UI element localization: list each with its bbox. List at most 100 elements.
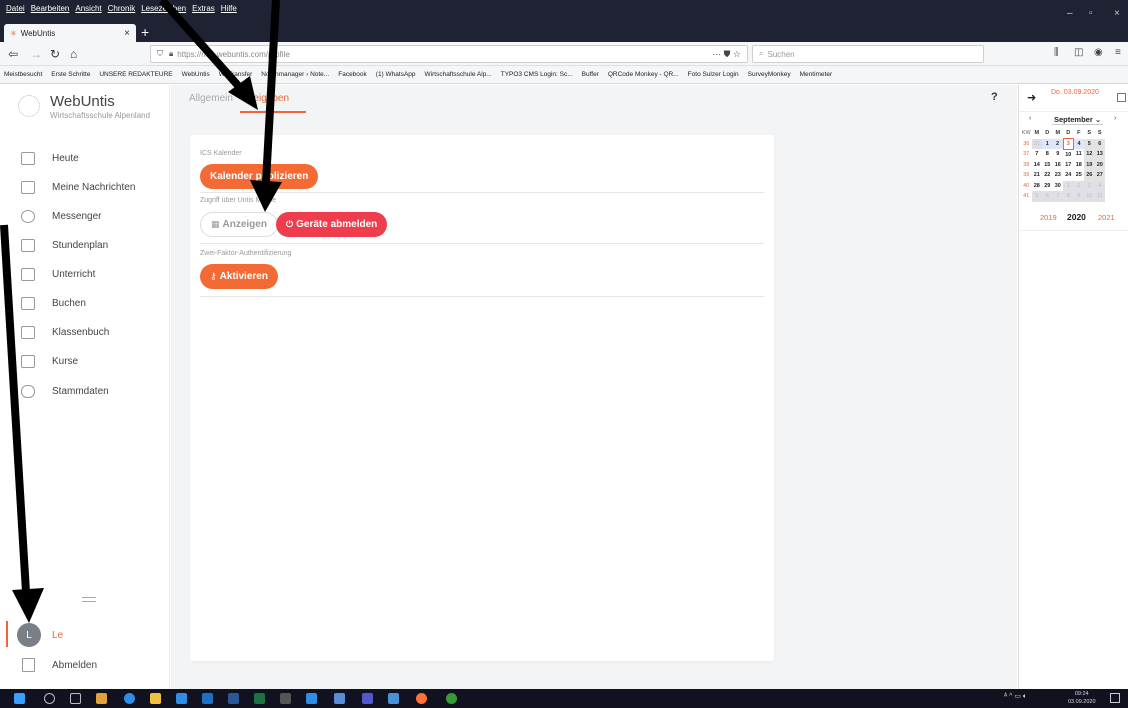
calendar-day[interactable]: 8 [1063, 191, 1074, 202]
calendar-day[interactable]: 16 [1053, 160, 1064, 171]
minimize-icon[interactable]: – [1067, 8, 1073, 19]
calendar-day[interactable]: 7 [1052, 191, 1063, 202]
edge-icon[interactable] [124, 693, 135, 704]
calendar-day[interactable]: 3 [1084, 180, 1095, 191]
next-year[interactable]: 2021 [1098, 213, 1115, 222]
next-month-icon[interactable]: › [1114, 115, 1116, 122]
logout-devices-button[interactable]: ⏻ Geräte abmelden [276, 212, 388, 237]
calendar-day[interactable]: 15 [1042, 160, 1053, 171]
calendar-day[interactable]: 28 [1032, 181, 1043, 192]
excel-icon[interactable] [254, 693, 265, 704]
show-access-button[interactable]: ▦ Anzeigen [200, 212, 278, 237]
browser-tab[interactable]: ✳ WebUntis × [4, 24, 136, 42]
week-number[interactable]: 39 [1021, 170, 1032, 181]
month-select[interactable]: September ⌄ [1052, 115, 1104, 125]
calendar-day[interactable]: 20 [1094, 159, 1105, 170]
current-year[interactable]: 2020 [1067, 212, 1086, 222]
bookmark-item[interactable]: WeTransfer [219, 71, 253, 78]
close-window-icon[interactable]: × [1114, 8, 1120, 19]
app-icon[interactable] [446, 693, 457, 704]
calendar-day[interactable]: 2 [1073, 180, 1084, 191]
sidebar-item-stundenplan[interactable]: Stundenplan [0, 234, 170, 258]
calendar-day[interactable]: 9 [1053, 149, 1064, 160]
calendar-icon[interactable] [1117, 93, 1126, 102]
calendar-day[interactable]: 10 [1084, 191, 1095, 202]
collapse-panel-icon[interactable]: ➜ [1027, 91, 1036, 104]
help-icon[interactable]: ? [991, 91, 998, 103]
logout-link[interactable]: Abmelden [52, 660, 97, 671]
sidebar-item-nachrichten[interactable]: Meine Nachrichten [0, 176, 170, 200]
prev-year[interactable]: 2019 [1040, 213, 1057, 222]
bookmark-item[interactable]: WebUntis [182, 71, 210, 78]
reload-icon[interactable]: ↻ [50, 46, 60, 62]
menu-help[interactable]: Hilfe [221, 4, 237, 18]
bookmark-item[interactable]: Facebook [338, 71, 367, 78]
teams-icon[interactable] [362, 693, 373, 704]
menu-bookmarks[interactable]: Lesezeichen [141, 4, 186, 18]
start-icon[interactable] [14, 693, 25, 704]
bookmark-item[interactable]: Mentimeter [800, 71, 833, 78]
library-icon[interactable]: ⫼ [1054, 47, 1059, 58]
calendar-day[interactable]: 11 [1074, 149, 1085, 160]
week-number[interactable]: 41 [1021, 191, 1032, 202]
calendar-day[interactable]: 29 [1042, 181, 1053, 192]
week-number[interactable]: 40 [1021, 181, 1032, 192]
calendar-day[interactable]: 23 [1053, 170, 1064, 181]
calendar-day[interactable]: 1 [1063, 180, 1074, 191]
menu-tools[interactable]: Extras [192, 4, 215, 18]
menu-file[interactable]: Datei [6, 4, 25, 18]
sidebar-collapse-icon[interactable] [82, 597, 96, 602]
calendar-day[interactable]: 26 [1084, 170, 1095, 181]
user-name[interactable]: Le [52, 630, 63, 641]
word-icon[interactable] [228, 693, 239, 704]
calendar-day[interactable]: 4 [1094, 180, 1105, 191]
week-number[interactable]: 36 [1021, 139, 1032, 150]
week-number[interactable]: 37 [1021, 149, 1032, 160]
url-bar[interactable]: ⛉ 🔒︎ https://neo.webuntis.com/profile ··… [150, 45, 748, 63]
store-icon[interactable] [96, 693, 107, 704]
calendar-day[interactable]: 1 [1042, 138, 1053, 149]
menu-view[interactable]: Ansicht [75, 4, 101, 18]
calculator-icon[interactable] [334, 693, 345, 704]
calendar-day[interactable]: 8 [1042, 149, 1053, 160]
back-icon[interactable]: ⇦ [8, 46, 18, 62]
bookmark-item[interactable]: (1) WhatsApp [376, 71, 416, 78]
bookmark-item[interactable]: Erste Schritte [51, 71, 90, 78]
calendar-day[interactable]: 10 [1063, 149, 1074, 160]
menu-history[interactable]: Chronik [108, 4, 136, 18]
calendar-day[interactable]: 21 [1032, 170, 1043, 181]
publish-calendar-button[interactable]: Kalender publizieren [200, 164, 319, 189]
tab-close-icon[interactable]: × [124, 28, 130, 39]
calendar-day[interactable]: 19 [1084, 159, 1095, 170]
menu-hamburger-icon[interactable]: ≡ [1115, 47, 1121, 58]
calendar-day[interactable]: 22 [1042, 170, 1053, 181]
store-bag-icon[interactable] [176, 693, 187, 704]
system-tray-icon[interactable]: ᴬ ^ ▭ 🔈︎ [1004, 692, 1027, 701]
calendar-day[interactable]: 3 [1062, 138, 1074, 150]
account-icon[interactable]: ◉ [1094, 47, 1103, 58]
calendar-day[interactable]: 2 [1052, 138, 1063, 149]
sidebar-item-klassenbuch[interactable]: Klassenbuch [0, 321, 170, 345]
calendar-day[interactable]: 25 [1074, 170, 1085, 181]
avatar[interactable]: L [17, 623, 41, 647]
sidebar-item-kurse[interactable]: Kurse [0, 350, 170, 374]
search-input[interactable]: ⌕ Suchen [752, 45, 984, 63]
bookmark-item[interactable]: Notenmanager › Note... [261, 71, 329, 78]
calendar-day[interactable]: 27 [1094, 170, 1105, 181]
calendar-day[interactable]: 5 [1084, 138, 1095, 149]
calendar-day[interactable]: 11 [1094, 191, 1105, 202]
bookmark-item[interactable]: Meistbesucht [4, 71, 42, 78]
forward-icon[interactable]: → [30, 46, 42, 62]
bookmark-item[interactable]: QRCode Monkey - QR... [608, 71, 679, 78]
calendar-day[interactable]: 12 [1084, 149, 1095, 160]
calendar-day[interactable]: 17 [1063, 160, 1074, 171]
app-icon[interactable] [280, 693, 291, 704]
calendar-day[interactable]: 14 [1032, 160, 1043, 171]
notification-icon[interactable] [1110, 693, 1120, 703]
task-view-icon[interactable] [70, 693, 81, 704]
search-taskbar-icon[interactable] [44, 693, 55, 704]
sidebar-item-stammdaten[interactable]: Stammdaten [0, 380, 170, 404]
current-date[interactable]: Do. 03.09.2020 [1051, 89, 1099, 96]
bookmark-item[interactable]: Buffer [582, 71, 599, 78]
bookmark-item[interactable]: SurveyMonkey [748, 71, 791, 78]
